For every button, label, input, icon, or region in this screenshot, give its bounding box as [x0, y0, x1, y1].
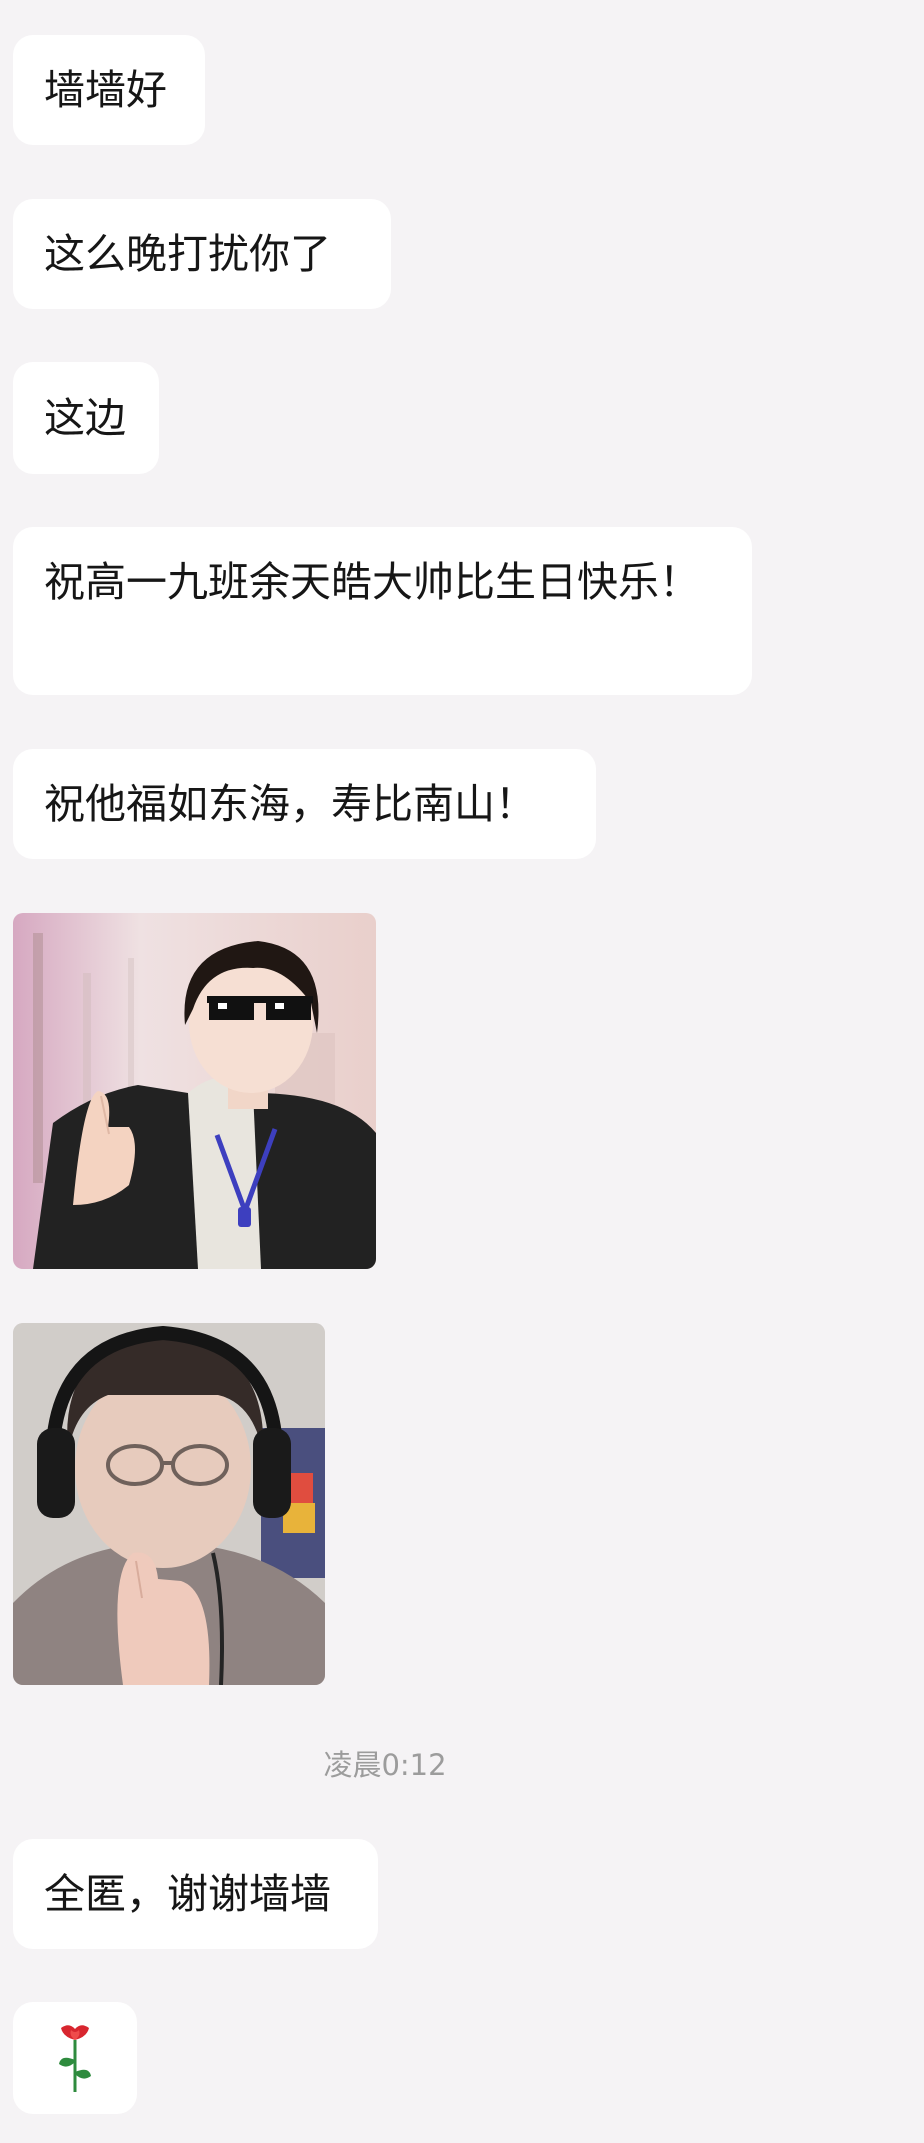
message-bubble-birthday[interactable]: 祝高一九班余天皓大帅比生日快乐！ — [13, 527, 752, 695]
message-text: 这么晚打扰你了 — [44, 230, 331, 278]
message-bubble-apology[interactable]: 这么晚打扰你了 — [13, 199, 391, 309]
message-text: 祝他福如东海，寿比南山！ — [44, 780, 536, 828]
message-bubble-here[interactable]: 这边 — [13, 362, 159, 474]
sticker-thumbs-up-headphones-image — [13, 1323, 325, 1685]
sticker-thumbs-up-sunglasses[interactable] — [13, 913, 376, 1269]
message-text: 全匿，谢谢墙墙 — [44, 1870, 331, 1918]
message-text: 墙墙好 — [44, 66, 167, 114]
message-bubble-greeting[interactable]: 墙墙好 — [13, 35, 205, 145]
message-text: 祝高一九班余天皓大帅比生日快乐！ — [44, 558, 700, 606]
sticker-thumbs-up-headphones[interactable] — [13, 1323, 325, 1685]
rose-icon — [53, 2022, 97, 2094]
sticker-thumbs-up-sunglasses-image — [13, 913, 376, 1269]
message-bubble-wish[interactable]: 祝他福如东海，寿比南山！ — [13, 749, 596, 859]
message-bubble-thanks[interactable]: 全匿，谢谢墙墙 — [13, 1839, 378, 1949]
message-timestamp: 凌晨0:12 — [323, 1748, 447, 1782]
message-bubble-sticker[interactable] — [13, 2002, 137, 2114]
message-text: 这边 — [44, 394, 126, 442]
